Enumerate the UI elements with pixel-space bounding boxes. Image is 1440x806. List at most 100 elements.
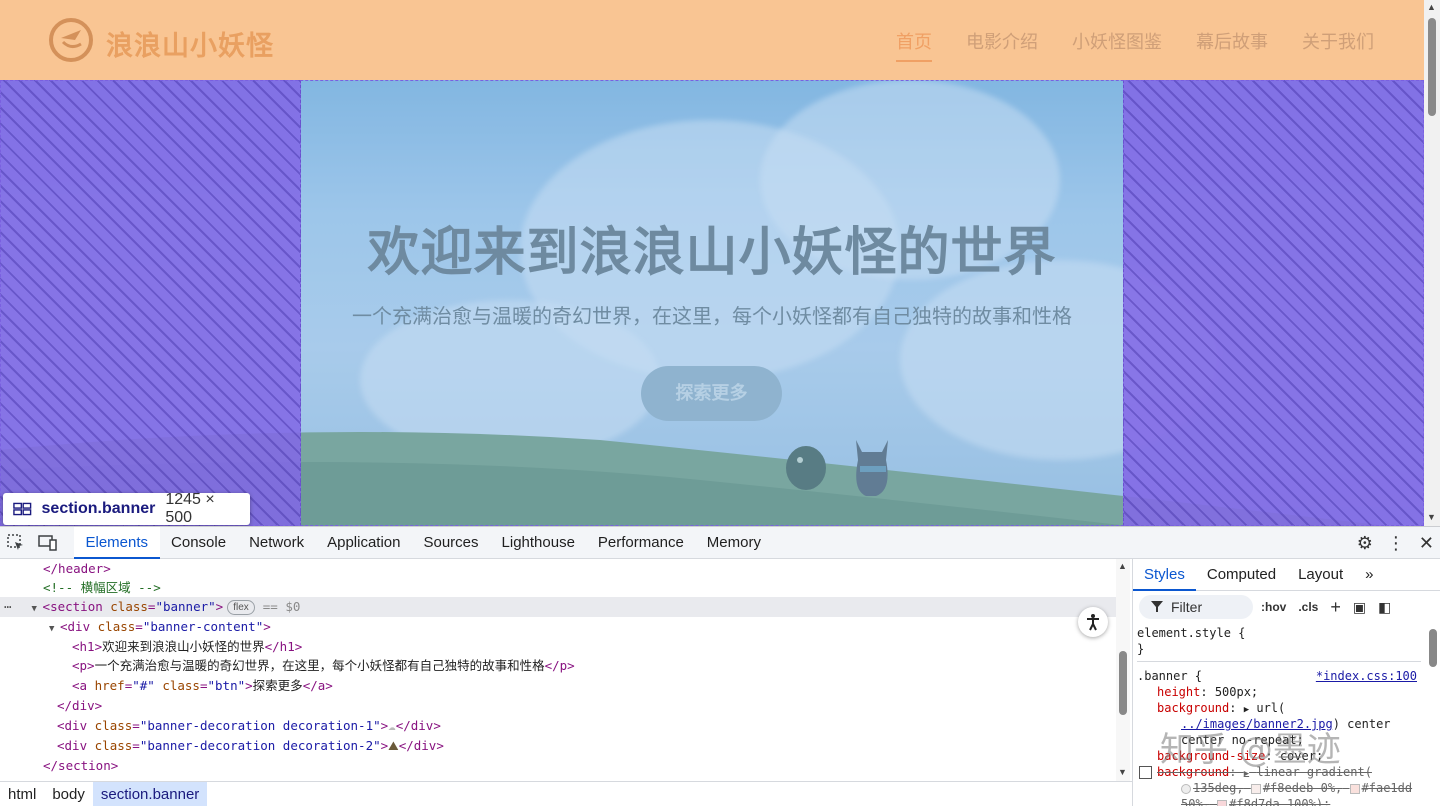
settings-gear-icon[interactable]: ⚙ <box>1357 533 1373 554</box>
explore-more-button[interactable]: 探索更多 <box>641 366 782 421</box>
style-declaration-continued: 135deg, #f8edeb 0%, #fae1dd <box>1137 780 1421 796</box>
rule-close: } <box>1137 642 1145 656</box>
dom-line[interactable]: </section> <box>0 756 1116 776</box>
scroll-up-icon[interactable]: ▲ <box>1427 2 1436 12</box>
nav-monster-guide[interactable]: 小妖怪图鉴 <box>1072 28 1162 62</box>
dom-attr-value: "banner-decoration decoration-2" <box>139 738 381 753</box>
tab-styles[interactable]: Styles <box>1133 559 1196 591</box>
breadcrumb-section-banner[interactable]: section.banner <box>92 781 208 806</box>
dom-line-selected[interactable]: ⋯ ▼ <section class="banner"> flex == $0 <box>0 597 1116 617</box>
tab-memory[interactable]: Memory <box>695 527 772 559</box>
tab-application[interactable]: Application <box>316 527 412 559</box>
stylesheet-link[interactable]: *index.css:100 <box>1316 668 1417 684</box>
tooltip-dimensions: 1245 × 500 <box>165 491 215 526</box>
breadcrumb-html[interactable]: html <box>0 782 44 806</box>
dom-tag: div <box>67 619 91 634</box>
elements-scrollbar[interactable]: ▲ ▼ <box>1116 559 1130 781</box>
color-swatch[interactable] <box>1217 799 1228 806</box>
angle-swatch-icon[interactable] <box>1181 783 1191 794</box>
flex-badge[interactable]: flex <box>227 600 255 615</box>
banner-rule-selector[interactable]: .banner { *index.css:100 <box>1137 668 1421 684</box>
dom-line[interactable]: <!-- 横幅区域 --> <box>0 578 1116 598</box>
main-nav: 首页 电影介绍 小妖怪图鉴 幕后故事 关于我们 <box>896 28 1374 62</box>
nav-home[interactable]: 首页 <box>896 28 932 62</box>
dom-attr: class <box>97 619 136 634</box>
expand-triangle-icon[interactable]: ▼ <box>32 599 43 619</box>
element-style-rule[interactable]: element.style { <box>1137 625 1421 641</box>
nav-movie-intro[interactable]: 电影介绍 <box>966 28 1038 62</box>
dom-attr: class <box>110 599 148 614</box>
dom-line[interactable]: ▼ <div class="banner-content"> <box>0 617 1116 637</box>
tab-elements[interactable]: Elements <box>74 526 160 559</box>
scroll-up-icon[interactable]: ▲ <box>1118 561 1127 571</box>
dom-line[interactable]: <h1>欢迎来到浪浪山小妖怪的世界</h1> <box>0 637 1116 657</box>
paint-roller-icon[interactable]: ▣ <box>1353 599 1366 616</box>
page-scrollbar[interactable]: ▲ ▼ <box>1424 0 1440 526</box>
page-scrollbar-thumb[interactable] <box>1428 18 1436 116</box>
css-value: url( <box>1256 701 1286 715</box>
site-header: 浪浪山小妖怪 首页 电影介绍 小妖怪图鉴 幕后故事 关于我们 <box>0 0 1424 80</box>
css-property: background <box>1157 701 1230 715</box>
more-options-icon[interactable]: ⋮ <box>1387 533 1405 554</box>
dom-line[interactable]: <a href="#" class="btn">探索更多</a> <box>0 676 1116 696</box>
logo-text[interactable]: 浪浪山小妖怪 <box>106 24 274 63</box>
elements-tree: </header> <!-- 横幅区域 --> ⋯ ▼ <section class… <box>0 559 1116 781</box>
logo-icon[interactable] <box>47 16 95 64</box>
dom-line[interactable]: </header> <box>0 559 1116 579</box>
tab-computed[interactable]: Computed <box>1196 559 1287 591</box>
tab-performance[interactable]: Performance <box>586 527 695 559</box>
accessibility-tree-button[interactable] <box>1078 607 1108 637</box>
tab-network[interactable]: Network <box>238 527 316 559</box>
styles-toolbar: :hov .cls + ▣ ◧ <box>1261 595 1391 619</box>
dom-line[interactable]: <div class="banner-decoration decoration… <box>0 716 1116 736</box>
tab-layout[interactable]: Layout <box>1287 559 1354 591</box>
dom-breadcrumb: html body section.banner <box>0 781 1132 806</box>
class-toggle[interactable]: .cls <box>1298 600 1318 614</box>
color-swatch[interactable] <box>1349 783 1360 794</box>
close-icon[interactable]: ✕ <box>1419 533 1434 554</box>
dom-text: 欢迎来到浪浪山小妖怪的世界 <box>102 639 265 654</box>
sidebar-toggle-icon[interactable]: ◧ <box>1378 599 1391 616</box>
styles-scrollbar-thumb[interactable] <box>1429 629 1437 667</box>
style-declaration[interactable]: background: ▶ url( <box>1137 700 1421 716</box>
scroll-down-icon[interactable]: ▼ <box>1427 512 1436 522</box>
inspect-element-icon[interactable] <box>0 527 32 559</box>
watermark-text: 知乎 @墨迹 <box>1160 730 1341 770</box>
website-viewport: 浪浪山小妖怪 首页 电影介绍 小妖怪图鉴 幕后故事 关于我们 欢迎来到浪浪山小妖… <box>0 0 1424 526</box>
tab-lighthouse[interactable]: Lighthouse <box>490 527 586 559</box>
breadcrumb-body[interactable]: body <box>44 782 93 806</box>
cloud-emoji-icon: ☁ <box>388 718 396 733</box>
css-value: #f8edeb 0%, <box>1262 781 1343 795</box>
expand-triangle-icon[interactable]: ▶ <box>1244 705 1249 715</box>
nav-about-us[interactable]: 关于我们 <box>1302 28 1374 62</box>
dom-line[interactable]: <div class="banner-decoration decoration… <box>0 736 1116 756</box>
css-value: 135deg, <box>1193 781 1244 795</box>
style-declaration[interactable]: height: 500px; <box>1137 684 1421 700</box>
dom-line[interactable]: </div> <box>0 696 1116 716</box>
hover-state-toggle[interactable]: :hov <box>1261 600 1286 614</box>
dom-line[interactable]: <p>一个充满治愈与温暖的奇幻世界，在这里，每个小妖怪都有自己独特的故事和性格<… <box>0 656 1116 676</box>
devtools-tab-bar: Elements Console Network Application Sou… <box>0 526 1440 559</box>
css-value: 50%, <box>1181 797 1210 806</box>
declaration-checkbox[interactable] <box>1139 766 1152 779</box>
color-swatch[interactable] <box>1250 783 1261 794</box>
ellipsis-icon[interactable]: ⋯ <box>4 599 12 614</box>
nav-behind-scenes[interactable]: 幕后故事 <box>1196 28 1268 62</box>
styles-scrollbar[interactable] <box>1427 625 1439 806</box>
expand-triangle-icon[interactable]: ▼ <box>49 619 60 639</box>
dom-comment: <!-- 横幅区域 --> <box>43 580 161 595</box>
flex-layout-icon <box>13 502 32 516</box>
css-property: height <box>1157 685 1201 699</box>
tab-sources[interactable]: Sources <box>412 527 490 559</box>
tab-console[interactable]: Console <box>160 527 238 559</box>
css-value: center <box>1347 717 1391 731</box>
more-tabs-chevron-icon[interactable]: » <box>1354 559 1384 591</box>
devtools-actions: ⚙ ⋮ ✕ <box>1357 527 1434 559</box>
styles-rules: element.style { } .banner { *index.css:1… <box>1137 625 1421 806</box>
add-rule-icon[interactable]: + <box>1330 597 1341 618</box>
dom-attr-value[interactable]: "#" <box>132 678 155 693</box>
device-toolbar-icon[interactable] <box>32 527 64 559</box>
elements-scrollbar-thumb[interactable] <box>1119 651 1127 715</box>
dom-attr-value: "banner" <box>155 599 216 614</box>
scroll-down-icon[interactable]: ▼ <box>1118 767 1127 777</box>
